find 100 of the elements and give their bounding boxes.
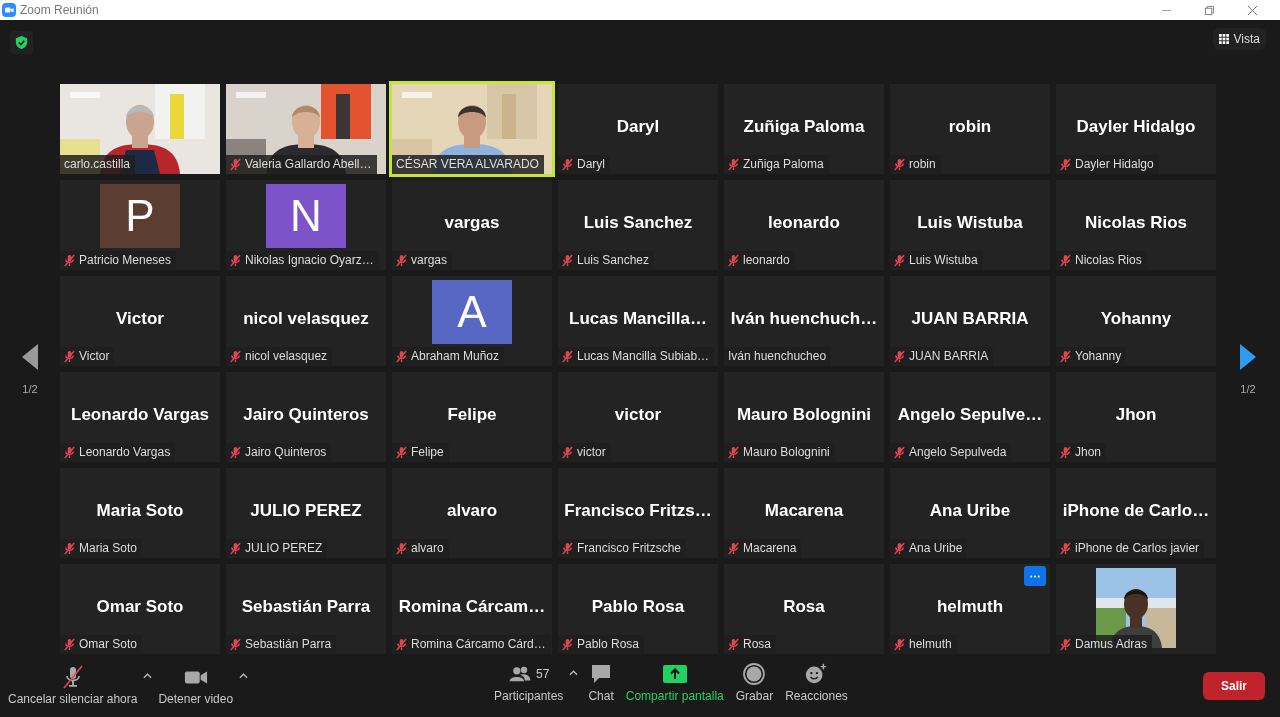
participant-tile[interactable]: robin robin — [890, 84, 1050, 174]
participant-tile[interactable]: Maria Soto Maria Soto — [60, 468, 220, 558]
participant-tile[interactable]: Pablo Rosa Pablo Rosa — [558, 564, 718, 654]
participant-display-name: Jhon — [1115, 405, 1157, 425]
participant-display-name: Ana Uribe — [929, 501, 1011, 521]
participant-tile[interactable]: CÉSAR VERA ALVARADO — [392, 84, 552, 174]
unmute-button[interactable]: Cancelar silenciar ahora — [6, 665, 140, 706]
participant-display-name: robin — [948, 117, 992, 137]
participant-name: Jairo Quinteros — [245, 445, 327, 459]
shield-icon[interactable] — [10, 31, 33, 54]
participant-tile[interactable]: N Nikolas Ignacio Oyarz… — [226, 180, 386, 270]
participant-name: Francisco Fritzsche — [577, 541, 682, 555]
participant-tile[interactable]: Rosa Rosa — [724, 564, 884, 654]
participant-name: Mauro Bolognini — [743, 445, 830, 459]
participant-display-name: Daryl — [616, 117, 660, 137]
participant-tile[interactable]: Jairo Quinteros Jairo Quinteros — [226, 372, 386, 462]
participant-tile[interactable]: Felipe Felipe — [392, 372, 552, 462]
caret-icon[interactable] — [143, 673, 153, 679]
participant-name: leonardo — [743, 253, 790, 267]
participant-display-name: Felipe — [447, 405, 497, 425]
participant-display-name: Luis Sanchez — [583, 213, 693, 233]
participant-name: iPhone de Carlos javier — [1075, 541, 1200, 555]
participants-button[interactable]: 57 Participantes — [492, 662, 566, 703]
participant-tile[interactable]: Nicolas Rios Nicolas Rios — [1056, 180, 1216, 270]
participant-display-name: victor — [614, 405, 662, 425]
next-page-arrow-icon[interactable] — [1239, 343, 1257, 371]
participant-tile[interactable]: Mauro Bolognini Mauro Bolognini — [724, 372, 884, 462]
participant-name: Angelo Sepulveda — [909, 445, 1007, 459]
caret-icon[interactable] — [569, 670, 579, 676]
participant-display-name: Lucas Mancilla… — [569, 309, 707, 329]
participant-display-name: JUAN BARRIA — [911, 309, 1029, 329]
previous-page-arrow-icon[interactable] — [21, 343, 39, 371]
participant-display-name: Yohanny — [1100, 309, 1172, 329]
participant-name: Luis Wistuba — [909, 253, 978, 267]
participant-name: Maria Soto — [79, 541, 138, 555]
chat-button[interactable]: Chat — [586, 662, 616, 703]
participant-tile[interactable]: Jhon Jhon — [1056, 372, 1216, 462]
participant-tile[interactable]: JUAN BARRIA JUAN BARRIA — [890, 276, 1050, 366]
view-button[interactable]: Vista — [1212, 28, 1266, 50]
close-icon[interactable] — [1247, 4, 1258, 16]
participant-name: JUAN BARRIA — [909, 349, 989, 363]
participant-tile[interactable]: Francisco Fritzs… Francisco Fritzsche — [558, 468, 718, 558]
participant-tile[interactable]: Daryl Daryl — [558, 84, 718, 174]
more-options-button[interactable] — [1024, 566, 1046, 586]
participant-tile[interactable]: vargas vargas — [392, 180, 552, 270]
participant-name: Victor — [79, 349, 110, 363]
participant-tile[interactable]: leonardo leonardo — [724, 180, 884, 270]
participant-display-name: Iván huenchuch… — [730, 309, 878, 329]
participant-tile[interactable]: Angelo Sepulve… Angelo Sepulveda — [890, 372, 1050, 462]
participant-tile[interactable]: Zuñiga Paloma Zuñiga Paloma — [724, 84, 884, 174]
participant-display-name: Pablo Rosa — [591, 597, 685, 617]
record-button[interactable]: Grabar — [733, 662, 776, 703]
share-button[interactable]: Compartir pantalla — [623, 662, 726, 703]
reactions-button[interactable]: Reacciones — [783, 662, 850, 703]
participant-name: Omar Soto — [79, 637, 138, 651]
participant-tile[interactable]: Iván huenchuch… Iván huenchucheo — [724, 276, 884, 366]
avatar: N — [266, 184, 346, 248]
participant-tile[interactable]: Romina Cárcam… Romina Cárcamo Cárd… — [392, 564, 552, 654]
participant-tile[interactable]: alvaro alvaro — [392, 468, 552, 558]
participant-tile[interactable]: Leonardo Vargas Leonardo Vargas — [60, 372, 220, 462]
participant-name: Felipe — [411, 445, 444, 459]
participant-tile[interactable]: nicol velasquez nicol velasquez — [226, 276, 386, 366]
participant-tile[interactable]: Sebastián Parra Sebastián Parra — [226, 564, 386, 654]
page-indicator: 1/2 — [1240, 383, 1256, 395]
participant-name: Leonardo Vargas — [79, 445, 171, 459]
participant-tile[interactable]: A Abraham Muñoz — [392, 276, 552, 366]
participant-tile[interactable]: Lucas Mancilla… Lucas Mancilla Subiab… — [558, 276, 718, 366]
participant-name: Abraham Muñoz — [411, 349, 500, 363]
participant-tile[interactable]: Valeria Gallardo Abell… — [226, 84, 386, 174]
participant-display-name: nicol velasquez — [243, 309, 369, 329]
participant-display-name: JULIO PEREZ — [250, 501, 362, 521]
participant-tile[interactable]: Ana Uribe Ana Uribe — [890, 468, 1050, 558]
participant-display-name: Luis Wistuba — [917, 213, 1023, 233]
participant-tile[interactable]: Macarena Macarena — [724, 468, 884, 558]
participant-tile[interactable]: helmuth helmuth — [890, 564, 1050, 654]
video-button[interactable]: Detener video — [156, 665, 236, 706]
participant-tile[interactable]: P Patricio Meneses — [60, 180, 220, 270]
participant-tile[interactable]: JULIO PEREZ JULIO PEREZ — [226, 468, 386, 558]
participant-tile[interactable]: Dayler Hidalgo Dayler Hidalgo — [1056, 84, 1216, 174]
participant-tile[interactable]: Victor Victor — [60, 276, 220, 366]
participant-name: carlo.castilla — [64, 157, 131, 171]
caret-icon[interactable] — [239, 673, 249, 679]
restore-icon[interactable] — [1204, 4, 1215, 16]
participant-display-name: Omar Soto — [96, 597, 184, 617]
participant-tile[interactable]: Luis Sanchez Luis Sanchez — [558, 180, 718, 270]
participant-display-name: Rosa — [783, 597, 825, 617]
participant-tile[interactable]: Omar Soto Omar Soto — [60, 564, 220, 654]
participant-display-name: alvaro — [446, 501, 498, 521]
participant-tile[interactable]: Luis Wistuba Luis Wistuba — [890, 180, 1050, 270]
participant-name: Daryl — [577, 157, 605, 171]
participant-display-name: Romina Cárcam… — [398, 597, 546, 617]
participant-tile[interactable]: Yohanny Yohanny — [1056, 276, 1216, 366]
participant-name: Macarena — [743, 541, 797, 555]
participant-tile[interactable]: iPhone de Carlo… iPhone de Carlos javier — [1056, 468, 1216, 558]
leave-button[interactable]: Salir — [1203, 671, 1265, 700]
participant-tile[interactable]: victor victor — [558, 372, 718, 462]
participant-display-name: leonardo — [768, 213, 840, 233]
participant-tile[interactable]: Damus Adras — [1056, 564, 1216, 654]
participant-name: Lucas Mancilla Subiab… — [577, 349, 710, 363]
participant-tile[interactable]: carlo.castilla — [60, 84, 220, 174]
